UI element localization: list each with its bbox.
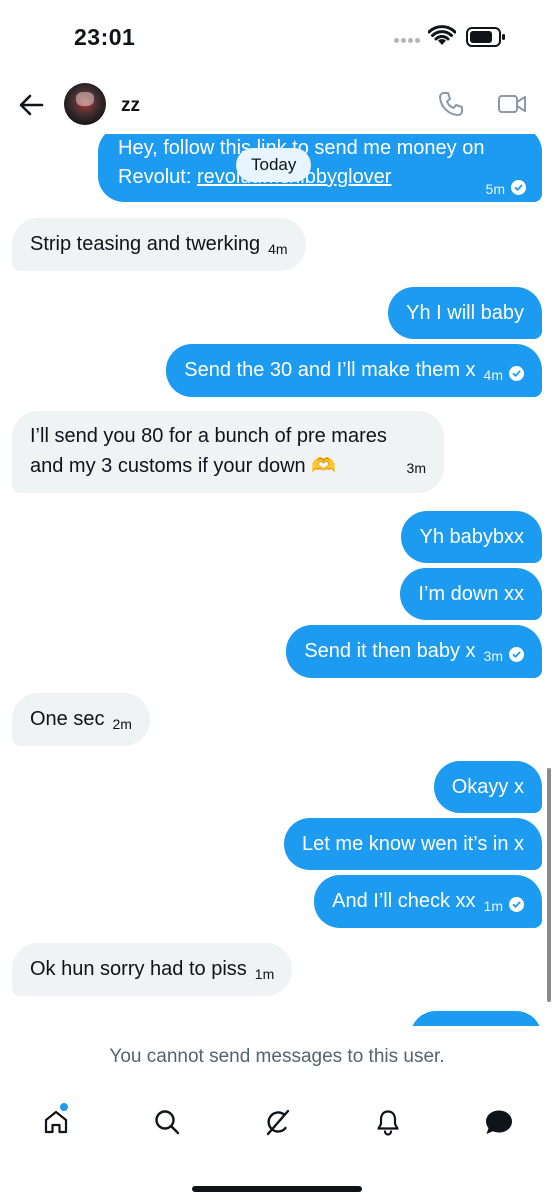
search-icon xyxy=(155,1110,180,1135)
home-icon xyxy=(44,1110,68,1134)
message-timestamp: 4m xyxy=(483,367,503,383)
battery-icon xyxy=(466,27,505,47)
message-text: Yh babybxx xyxy=(419,526,524,548)
message-outgoing[interactable]: Yh babybxx xyxy=(401,511,542,563)
message-incoming[interactable]: Ok hun sorry had to piss 1m xyxy=(12,943,293,996)
message-outgoing[interactable]: Send the 30 and I’ll make them x 4m xyxy=(166,344,542,397)
conversation-header: zz xyxy=(0,76,554,134)
video-call-icon[interactable] xyxy=(497,92,527,116)
message-text: I’ll send you 80 for a bunch of pre mare… xyxy=(30,425,387,447)
scrollbar[interactable] xyxy=(547,768,551,1002)
message-incoming[interactable]: One sec 2m xyxy=(12,693,150,746)
message-timestamp: 3m xyxy=(406,460,426,476)
message-text: One sec xyxy=(30,708,105,730)
read-receipt-icon xyxy=(511,180,526,195)
home-indicator[interactable] xyxy=(192,1186,362,1192)
message-timestamp: 3m xyxy=(483,648,503,664)
notifications-icon xyxy=(377,1110,399,1136)
message-text: Ok hun sorry had to piss xyxy=(30,958,247,980)
date-separator: Today xyxy=(236,148,312,182)
tab-notifications[interactable] xyxy=(362,1100,412,1150)
message-text: Let me know wen it’s in x xyxy=(302,833,524,855)
status-time: 23:01 xyxy=(74,24,136,50)
tab-messages[interactable] xyxy=(472,1100,522,1150)
tab-grok[interactable] xyxy=(252,1100,302,1150)
message-outgoing[interactable]: I’m down xx xyxy=(400,568,542,620)
message-outgoing[interactable]: Hey, follow this link to send me money o… xyxy=(98,134,542,202)
message-text: And I’ll check xx xyxy=(332,890,476,912)
message-thread[interactable]: Hey, follow this link to send me money o… xyxy=(0,134,554,1026)
message-text: Hey, follow this link to send me money o… xyxy=(118,137,485,159)
message-text: Send it then baby x xyxy=(304,640,476,662)
read-receipt-icon xyxy=(509,647,524,662)
message-outgoing[interactable]: Send it then baby x 3m xyxy=(286,625,542,678)
home-notification-dot xyxy=(60,1103,68,1111)
cannot-message-notice: You cannot send messages to this user. xyxy=(109,1046,445,1067)
message-outgoing-partial[interactable] xyxy=(410,1011,542,1026)
tab-home[interactable] xyxy=(30,1100,80,1150)
read-receipt-icon xyxy=(509,897,524,912)
message-text: Revolut: xyxy=(118,166,197,188)
grok-icon xyxy=(266,1109,290,1136)
message-outgoing[interactable]: Let me know wen it’s in x xyxy=(284,818,542,870)
contact-name[interactable]: zz xyxy=(121,95,140,117)
tab-search[interactable] xyxy=(141,1100,191,1150)
message-text: Send the 30 and I’ll make them x xyxy=(184,359,476,381)
message-timestamp: 5m xyxy=(485,181,505,197)
message-outgoing[interactable]: Okayy x xyxy=(433,761,542,813)
message-text: I’m down xx xyxy=(418,583,524,605)
message-text: Yh I will baby xyxy=(406,302,524,324)
message-timestamp: 1m xyxy=(483,898,503,914)
message-timestamp: 4m xyxy=(268,241,288,257)
message-incoming[interactable]: I’ll send you 80 for a bunch of pre mare… xyxy=(12,411,444,493)
status-bar: 23:01 xyxy=(0,0,554,76)
message-incoming[interactable]: Strip teasing and twerking 4m xyxy=(12,218,306,271)
bottom-tab-bar xyxy=(0,1100,554,1160)
message-outgoing[interactable]: Yh I will baby xyxy=(388,287,542,339)
contact-avatar[interactable] xyxy=(64,83,106,125)
message-timestamp: 2m xyxy=(112,716,132,732)
message-text: Okayy x xyxy=(451,776,524,798)
message-text: Strip teasing and twerking xyxy=(30,233,261,255)
message-timestamp: 1m xyxy=(254,966,275,982)
phone-call-icon[interactable] xyxy=(437,90,465,118)
back-arrow-icon[interactable] xyxy=(16,90,46,120)
message-outgoing[interactable]: And I’ll check xx 1m xyxy=(314,875,542,928)
wifi-icon xyxy=(428,25,456,45)
messages-icon xyxy=(486,1110,512,1134)
message-text: and my 3 customs if your down 🫶 xyxy=(30,455,337,477)
read-receipt-icon xyxy=(509,366,524,381)
cellular-signal-icon xyxy=(394,38,422,44)
